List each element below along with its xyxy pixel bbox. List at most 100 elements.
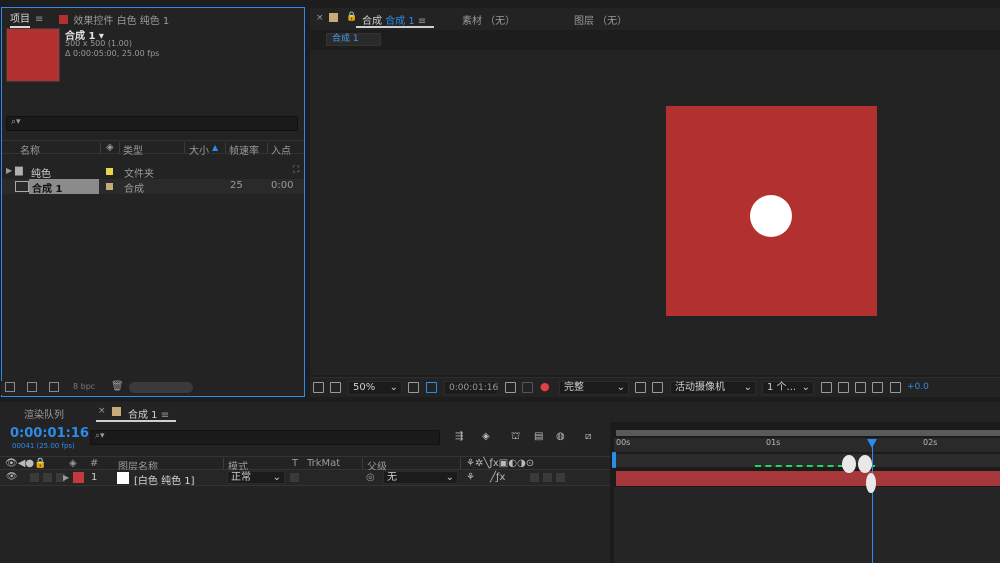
- layer-name[interactable]: [白色 纯色 1]: [134, 472, 195, 487]
- panel-menu-icon[interactable]: ≡: [35, 14, 43, 25]
- layer-column-header: 👁◀●🔒 ◈ # 图层名称 模式 T TrkMat 父级 ⚘✲╲ƒx▣◐◑⊙: [0, 456, 610, 473]
- timeline-empty-area[interactable]: [614, 487, 1000, 563]
- col-type[interactable]: 类型: [123, 142, 143, 157]
- pick-whip-icon[interactable]: ◎: [366, 472, 375, 483]
- col-size[interactable]: 大小: [189, 142, 209, 157]
- col-layer-number[interactable]: #: [90, 458, 98, 469]
- work-area-bar[interactable]: [616, 430, 1000, 436]
- tab-layer[interactable]: 图层 （无）: [574, 12, 627, 27]
- magnification-dropdown[interactable]: 50% ⌄: [348, 381, 402, 395]
- mask-visibility-icon[interactable]: [426, 382, 437, 393]
- col-fps[interactable]: 帧速率: [229, 142, 259, 157]
- new-composition-icon[interactable]: [49, 382, 59, 392]
- flowchart-icon[interactable]: ⛶: [293, 165, 299, 175]
- toggle-pixel-aspect-icon[interactable]: [821, 382, 832, 393]
- camera-snapshot-icon[interactable]: [505, 382, 516, 393]
- label-color-swatch[interactable]: [106, 183, 113, 190]
- label-color-swatch: [59, 14, 69, 24]
- project-row-comp[interactable]: 合成 1 合成 25 0:00: [2, 179, 304, 195]
- playhead-handle[interactable]: [867, 439, 877, 448]
- region-of-interest-icon[interactable]: [635, 382, 646, 393]
- blend-mode-dropdown[interactable]: 正常 ⌄: [227, 471, 285, 484]
- tab-project[interactable]: 项目 ≡: [2, 8, 51, 30]
- new-folder-icon[interactable]: [27, 382, 37, 392]
- col-name[interactable]: 名称: [20, 142, 40, 157]
- av-features-icons[interactable]: 👁◀●🔒: [5, 458, 47, 469]
- view-layout-dropdown[interactable]: 1 个... ⌄: [762, 381, 814, 395]
- layer-row[interactable]: 👁 ▶ 1 [白色 纯色 1] 正常 ⌄ ◎ 无 ⌄ ⚘ ╱ƒx: [0, 470, 610, 487]
- time-ruler[interactable]: 00s 01s 02s: [614, 438, 1000, 452]
- tab-composition[interactable]: 合成 合成 1 ≡: [362, 12, 426, 27]
- layer-switches-icons[interactable]: ⚘✲╲ƒx▣◐◑⊙: [466, 458, 534, 469]
- draft-3d-icon[interactable]: ◈: [482, 431, 490, 442]
- resolution-dropdown[interactable]: 完整 ⌄: [559, 381, 629, 395]
- comp-mini-flowchart-icon[interactable]: ⇶: [455, 431, 463, 442]
- project-footer: 8 bpc 🗑: [1, 381, 303, 395]
- monitor-icon[interactable]: [330, 382, 341, 393]
- chevron-down-icon: ⌄: [272, 472, 281, 483]
- flowchart-icon[interactable]: [872, 382, 883, 393]
- lock-icon[interactable]: 🔒: [346, 12, 357, 22]
- cursor-hand-icon: [842, 455, 856, 473]
- label-tag-icon[interactable]: ◈: [69, 458, 77, 469]
- col-track-matte[interactable]: TrkMat: [307, 458, 340, 469]
- color-channels-icon[interactable]: ●: [540, 380, 550, 394]
- label-color-swatch: [112, 407, 121, 416]
- grid-guides-icon[interactable]: [408, 382, 419, 393]
- audio-switch[interactable]: [30, 473, 39, 482]
- ruler-label-1: 01s: [766, 438, 781, 447]
- horizontal-scrollbar[interactable]: [129, 382, 193, 393]
- expand-arrow-icon[interactable]: ▶: [63, 473, 69, 482]
- current-time-display[interactable]: 0:00:01:16: [444, 381, 498, 395]
- close-icon[interactable]: ×: [316, 13, 324, 23]
- eye-visibility-icon[interactable]: 👁: [6, 472, 17, 482]
- adjustment-layer-switch[interactable]: [543, 473, 552, 482]
- cursor-hand-icon: [858, 455, 872, 473]
- timeline-current-time[interactable]: 0:00:01:16: [10, 426, 89, 441]
- tab-footage[interactable]: 素材 （无）: [462, 12, 515, 27]
- bit-depth[interactable]: 8 bpc: [73, 382, 95, 391]
- frame-blending-icon[interactable]: ▤: [534, 431, 543, 442]
- tab-timeline-comp[interactable]: 合成 1 ≡: [128, 406, 169, 421]
- col-in-point[interactable]: 入点: [271, 142, 291, 157]
- tab-render-queue[interactable]: 渲染队列: [24, 406, 64, 421]
- shy-switch-icon[interactable]: ⚘: [466, 472, 475, 483]
- fast-previews-icon[interactable]: [838, 382, 849, 393]
- expand-arrow-icon[interactable]: ▶: [6, 166, 12, 175]
- 3d-layer-switch[interactable]: [556, 473, 565, 482]
- project-search-input[interactable]: ⌕▾: [6, 116, 298, 131]
- comp-breadcrumb-tab[interactable]: 合成 1: [326, 33, 381, 46]
- shy-layers-icon[interactable]: ⛫: [511, 431, 520, 444]
- col-preserve-transparency[interactable]: T: [292, 458, 298, 469]
- timeline-search-input[interactable]: ⌕▾: [90, 430, 440, 445]
- work-area-start-handle[interactable]: [612, 452, 616, 468]
- parent-dropdown[interactable]: 无 ⌄: [383, 471, 458, 484]
- transparency-grid-icon[interactable]: [652, 382, 663, 393]
- layer-duration-bar[interactable]: [616, 471, 1000, 486]
- motion-blur-icon[interactable]: ◍: [556, 431, 565, 442]
- always-preview-icon[interactable]: [313, 382, 324, 393]
- project-row-folder[interactable]: ▶ ▆ 纯色 文件夹 ⛶: [2, 164, 304, 180]
- layer-number: 1: [91, 472, 98, 483]
- trash-icon[interactable]: 🗑: [111, 381, 124, 392]
- reset-exposure-icon[interactable]: [890, 382, 901, 393]
- motion-blur-switch[interactable]: [530, 473, 539, 482]
- timeline-icon[interactable]: [855, 382, 866, 393]
- frame-count: 00041 (25.00 fps): [12, 442, 75, 450]
- composition-viewer[interactable]: [310, 50, 1000, 375]
- show-snapshot-icon[interactable]: [522, 382, 533, 393]
- graph-editor-icon[interactable]: ⧄: [585, 431, 591, 442]
- solo-switch[interactable]: [43, 473, 52, 482]
- preserve-transparency-checkbox[interactable]: [290, 473, 299, 482]
- exposure-value[interactable]: +0.0: [907, 382, 929, 396]
- label-color-swatch[interactable]: [73, 472, 84, 483]
- close-icon[interactable]: ×: [98, 406, 106, 416]
- interpret-footage-icon[interactable]: [5, 382, 15, 392]
- playhead-line[interactable]: [872, 440, 873, 563]
- quality-switch-icon[interactable]: ╱ƒx: [490, 472, 505, 483]
- chevron-down-icon: ⌄: [389, 382, 398, 393]
- label-tag-icon[interactable]: ◈: [106, 142, 114, 153]
- camera-dropdown[interactable]: 活动摄像机 ⌄: [670, 381, 756, 395]
- label-color-swatch[interactable]: [106, 168, 113, 175]
- white-circle-shape[interactable]: [750, 195, 792, 237]
